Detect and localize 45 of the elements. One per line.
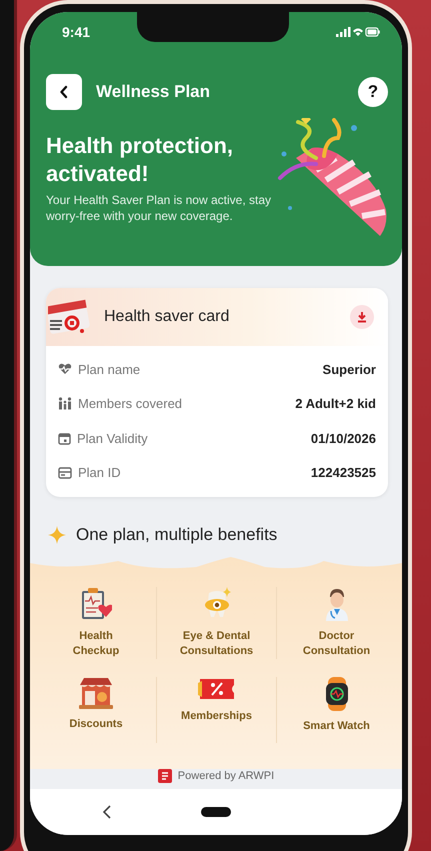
discount-ticket-icon [198, 677, 236, 701]
benefit-label: Smart Watch [303, 719, 370, 734]
sparkle-icon [48, 526, 66, 544]
chevron-left-icon [102, 804, 112, 820]
brand-logo-icon [158, 769, 172, 783]
help-button[interactable]: ? [358, 77, 388, 107]
benefit-tile[interactable]: Eye & Dental Consultations [156, 587, 276, 659]
benefit-tile[interactable]: Memberships [156, 677, 276, 743]
card-title: Health saver card [104, 308, 230, 326]
status-time: 9:41 [62, 24, 90, 40]
benefit-tile[interactable]: Discounts [36, 677, 156, 743]
home-button[interactable] [201, 807, 231, 817]
benefit-tile[interactable]: Smart Watch [276, 677, 396, 743]
benefit-label: Doctor Consultation [302, 629, 370, 659]
benefits-title: One plan, multiple benefits [76, 525, 278, 545]
hero-title: Health protection, activated! [46, 132, 234, 188]
shop-icon [79, 677, 113, 709]
benefit-tile[interactable]: Health Checkup [36, 587, 156, 659]
download-icon [356, 311, 368, 323]
status-icons [336, 26, 380, 38]
page-title: Wellness Plan [96, 82, 212, 102]
benefit-tile[interactable]: Doctor Consultation [276, 587, 396, 659]
back-button[interactable] [46, 74, 82, 110]
plan-detail-value: 01/10/2026 [310, 430, 376, 446]
id-card-icon [58, 466, 72, 479]
plan-detail-value: Superior [322, 362, 376, 377]
clipboard-icon [80, 587, 112, 621]
download-button[interactable] [350, 305, 374, 329]
plan-detail-label: Plan ID [78, 465, 121, 480]
plan-detail-label: Members covered [78, 396, 182, 412]
plan-detail-value: 122423525 [310, 465, 376, 480]
benefit-label: Discounts [69, 717, 123, 732]
chevron-left-icon [59, 85, 69, 99]
family-icon [58, 397, 72, 410]
plan-detail-label: Plan name [78, 362, 140, 377]
plan-detail-label: Plan Validity [77, 430, 148, 446]
benefit-label: Health Checkup [72, 629, 120, 659]
heartbeat-icon [58, 363, 72, 376]
plan-detail-value: 2 Adult+2 kid [295, 396, 376, 412]
benefit-label: Eye & Dental Consultations [180, 629, 254, 659]
hero-subtitle: Your Health Saver Plan is now active, stay worry-free with your new coverage. [46, 192, 272, 224]
calendar-icon [58, 432, 71, 445]
smart-watch-icon [324, 677, 350, 711]
powered-by-text: Powered by ARWPI [178, 770, 274, 782]
benefit-label: Memberships [181, 709, 252, 724]
